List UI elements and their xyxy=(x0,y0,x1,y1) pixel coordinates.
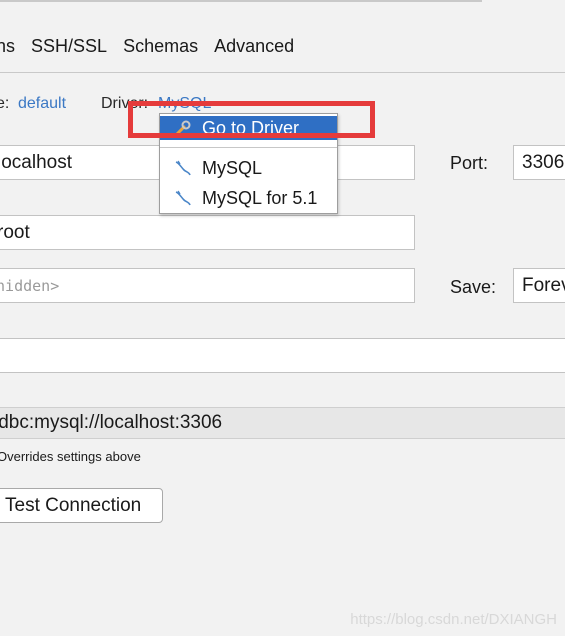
port-label: Port: xyxy=(450,153,489,173)
user-input[interactable]: root xyxy=(0,215,415,250)
mysql-dolphin-icon xyxy=(172,158,194,178)
url-note: Overrides settings above xyxy=(0,449,141,464)
test-connection-label: Test Connection xyxy=(5,494,142,516)
test-connection-button[interactable]: Test Connection xyxy=(0,488,163,523)
annotation-highlight-box xyxy=(128,101,375,138)
tab-bar: ns SSH/SSL Schemas Advanced xyxy=(0,36,310,62)
menu-item-mysql[interactable]: MySQL xyxy=(160,154,337,182)
port-input[interactable]: 3306 xyxy=(513,145,565,180)
zone-link[interactable]: default xyxy=(18,95,66,113)
tab-advanced[interactable]: Advanced xyxy=(214,36,294,62)
database-input[interactable] xyxy=(0,338,565,373)
save-value: Forever xyxy=(522,274,565,296)
save-label: Save: xyxy=(450,277,497,297)
menu-item-label: MySQL for 5.1 xyxy=(202,187,318,208)
port-value: 3306 xyxy=(522,151,565,173)
tab-options[interactable]: ns xyxy=(0,36,15,62)
top-divider xyxy=(0,0,482,2)
tab-schemas[interactable]: Schemas xyxy=(123,36,198,62)
url-input[interactable]: jdbc:mysql://localhost:3306 xyxy=(0,407,565,439)
tab-ssh-ssl[interactable]: SSH/SSL xyxy=(31,36,107,62)
password-input[interactable]: <hidden> xyxy=(0,268,415,303)
user-value: root xyxy=(0,221,30,243)
password-placeholder: <hidden> xyxy=(0,276,60,295)
menu-item-label: MySQL xyxy=(202,157,263,178)
watermark: https://blog.csdn.net/DXIANGH xyxy=(350,611,557,628)
menu-separator xyxy=(160,147,337,148)
tab-divider xyxy=(0,72,565,73)
save-dropdown[interactable]: Forever xyxy=(513,268,565,303)
zone-label: e: xyxy=(0,95,10,112)
mysql-dolphin-icon xyxy=(172,188,194,208)
host-value: localhost xyxy=(0,151,72,173)
url-value: jdbc:mysql://localhost:3306 xyxy=(0,412,223,433)
menu-item-mysql-5-1[interactable]: MySQL for 5.1 xyxy=(160,184,337,212)
